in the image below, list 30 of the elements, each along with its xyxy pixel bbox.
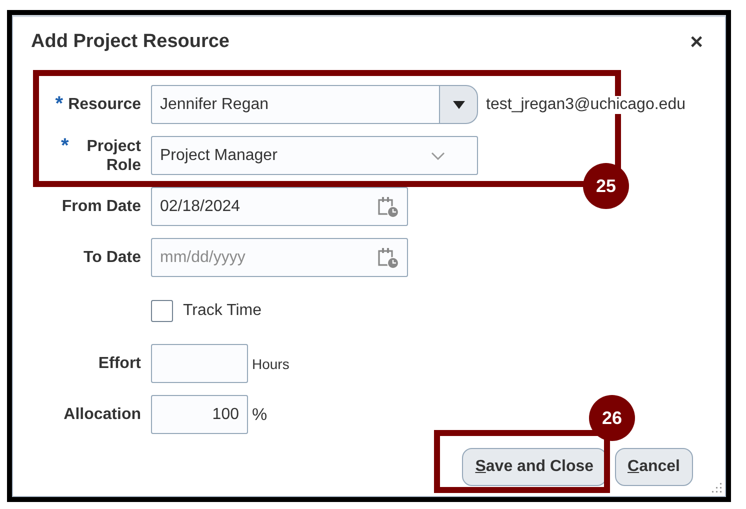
save-close-button[interactable]: Save and Close (462, 448, 607, 486)
field-label: Allocation (64, 405, 141, 424)
caret-icon (452, 100, 464, 108)
required-mark: * (55, 95, 64, 113)
dropdown-button[interactable] (439, 85, 478, 124)
close-button[interactable]: × (690, 31, 703, 53)
unit-label: % (252, 404, 268, 424)
field-label: Effort (98, 354, 141, 373)
checkbox-label[interactable]: Track Time (183, 302, 262, 320)
unit-label: Hours (252, 356, 290, 372)
calendar-icon[interactable] (377, 246, 399, 268)
date-field[interactable]: 02/18/2024 (151, 187, 408, 226)
number-field[interactable] (151, 344, 248, 383)
field-label: From Date (62, 197, 141, 216)
field-label: To Date (84, 248, 141, 267)
step-badge: 25 (583, 163, 629, 209)
step-badge: 26 (589, 395, 635, 441)
checkbox[interactable] (151, 300, 173, 322)
resize-grip-icon[interactable] (710, 481, 722, 493)
number-field[interactable]: 100 (151, 395, 248, 434)
cancel-button[interactable]: Cancel (614, 448, 693, 486)
email-text: test_jregan3@uchicago.edu (486, 96, 686, 114)
resource-field[interactable]: Jennifer Regan (151, 85, 439, 124)
field-label: Project Role (86, 136, 141, 174)
required-mark: * (61, 136, 69, 154)
chevron-icon (431, 152, 445, 160)
role-select[interactable]: Project Manager (151, 136, 478, 175)
calendar-icon[interactable] (377, 196, 399, 218)
dialog-title: Add Project Resource (31, 31, 230, 53)
field-label: Resource (68, 95, 141, 114)
